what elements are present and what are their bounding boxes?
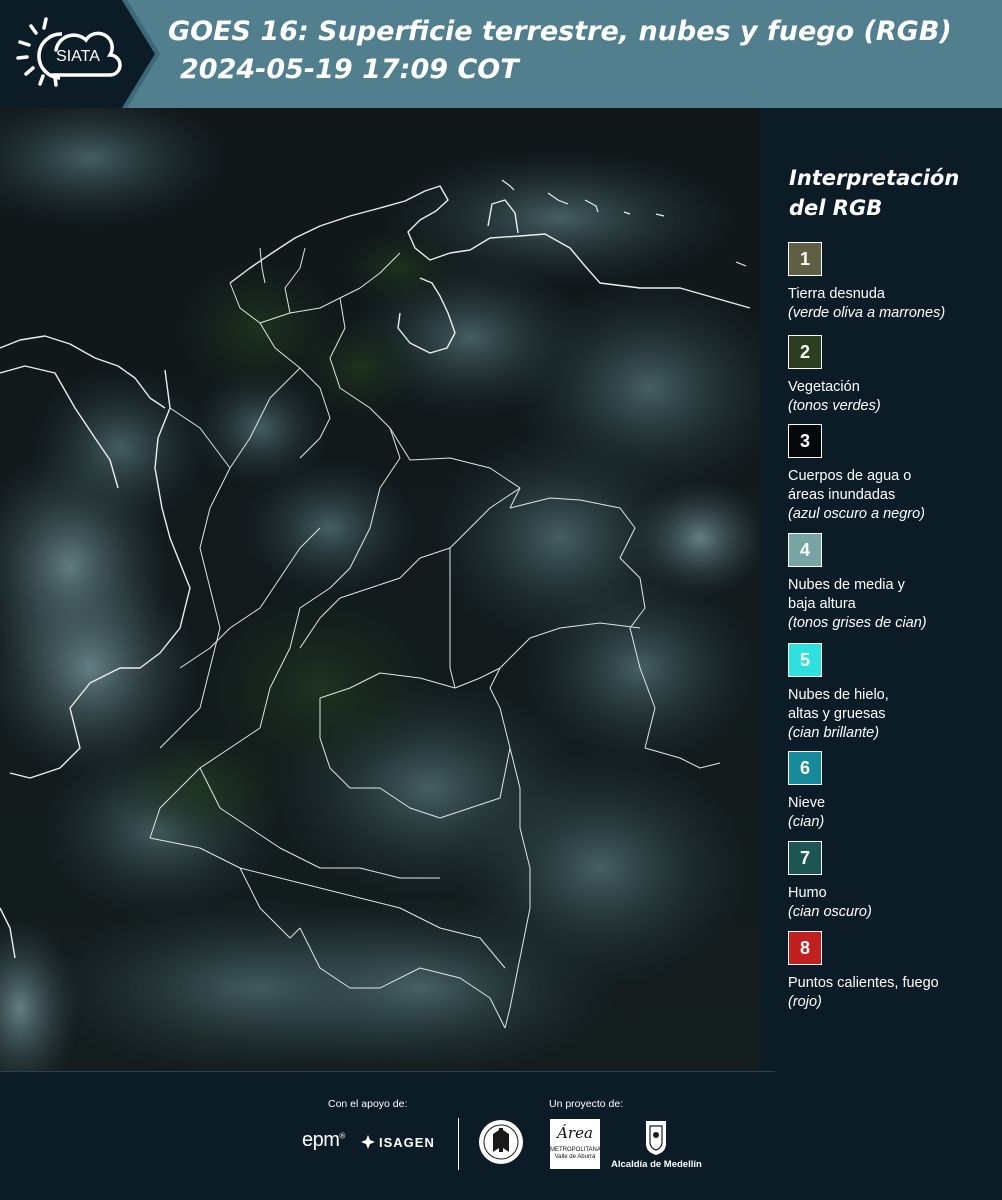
legend-label: Humo	[788, 885, 827, 901]
project-label: Un proyecto de:	[549, 1098, 624, 1110]
legend-number: 3	[799, 430, 810, 451]
legend-title: Interpretación del RGB	[789, 166, 960, 220]
legend-item: 6 Nieve (cian)	[788, 751, 998, 832]
page-timestamp: 2024-05-19 17:09 COT	[180, 54, 519, 85]
header-bar: SIATA GOES 16: Superficie terrestre, nub…	[0, 0, 1002, 108]
legend-label: Nubes de hielo, altas y gruesas	[788, 687, 889, 722]
alcaldia-shield-icon	[646, 1121, 666, 1155]
rgb-legend: Interpretación del RGB 1 Tierra desnuda …	[762, 108, 1002, 1071]
legend-item: 2 Vegetación (tonos verdes)	[788, 335, 998, 416]
footer-divider	[458, 1118, 459, 1170]
legend-swatch: 6	[788, 751, 822, 785]
legend-swatch: 4	[788, 533, 822, 567]
legend-number: 8	[799, 937, 810, 958]
legend-item: 4 Nubes de media y baja altura (tonos gr…	[788, 533, 998, 633]
footer: Con el apoyo de: Un proyecto de: epm® IS…	[0, 1072, 1002, 1200]
satellite-map[interactable]	[0, 108, 760, 1071]
page-root: SIATA GOES 16: Superficie terrestre, nub…	[0, 0, 1002, 1200]
area-logo-script: Área	[557, 1124, 593, 1142]
epm-logo: epm®	[302, 1129, 345, 1151]
legend-note: (cian brillante)	[788, 725, 880, 741]
legend-label: Cuerpos de agua o áreas inundadas	[788, 468, 912, 503]
legend-note: (rojo)	[788, 994, 822, 1010]
siata-logo: SIATA	[0, 0, 160, 108]
legend-note: (tonos verdes)	[788, 398, 881, 414]
legend-item: 1 Tierra desnuda (verde oliva a marrones…	[788, 242, 998, 323]
siata-logo-text: SIATA	[56, 48, 100, 65]
legend-item: 5 Nubes de hielo, altas y gruesas (cian …	[788, 643, 998, 743]
legend-item: 8 Puntos calientes, fuego (rojo)	[788, 931, 998, 1012]
support-label: Con el apoyo de:	[328, 1098, 408, 1110]
legend-note: (cian oscuro)	[788, 904, 872, 920]
area-logo-text: METROPOLITANA	[550, 1147, 601, 1153]
legend-note: (azul oscuro a negro)	[788, 506, 926, 522]
isagen-logo: ISAGEN	[360, 1134, 435, 1150]
legend-swatch: 7	[788, 841, 822, 875]
legend-number: 1	[799, 248, 810, 269]
legend-label: Vegetación	[788, 379, 860, 395]
alcaldia-logo-text: Alcaldía de Medellín	[611, 1159, 702, 1170]
legend-swatch: 5	[788, 643, 822, 677]
legend-number: 5	[799, 649, 810, 670]
satellite-map-graphic	[0, 108, 760, 1071]
legend-number: 6	[799, 757, 810, 778]
legend-label: Tierra desnuda	[788, 286, 885, 302]
legend-number: 4	[799, 539, 810, 560]
area-logo-subtext: Valle de Aburrá	[554, 1154, 596, 1160]
legend-item: 7 Humo (cian oscuro)	[788, 841, 998, 922]
legend-swatch: 1	[788, 242, 822, 276]
legend-note: (verde oliva a marrones)	[788, 305, 946, 321]
legend-number: 2	[799, 341, 810, 362]
legend-label: Nubes de media y baja altura	[788, 577, 905, 612]
isagen-logo-text: ISAGEN	[379, 1134, 435, 1150]
legend-swatch: 2	[788, 335, 822, 369]
siata-logo-graphic: SIATA	[0, 0, 160, 108]
area-metropolitana-logo: Área METROPOLITANA Valle de Aburrá	[550, 1119, 601, 1169]
legend-number: 7	[799, 847, 810, 868]
isagen-icon	[361, 1135, 375, 1149]
university-seal-icon	[479, 1120, 523, 1164]
legend-note: (cian)	[788, 814, 825, 830]
legend-note: (tonos grises de cian)	[788, 615, 927, 631]
legend-swatch: 8	[788, 931, 822, 965]
legend-swatch: 3	[788, 424, 822, 458]
legend-item: 3 Cuerpos de agua o áreas inundadas (azu…	[788, 424, 998, 524]
epm-logo-text: epm	[302, 1129, 340, 1151]
legend-label: Nieve	[788, 795, 826, 811]
legend-label: Puntos calientes, fuego	[788, 975, 939, 991]
page-title: GOES 16: Superficie terrestre, nubes y f…	[168, 16, 952, 47]
